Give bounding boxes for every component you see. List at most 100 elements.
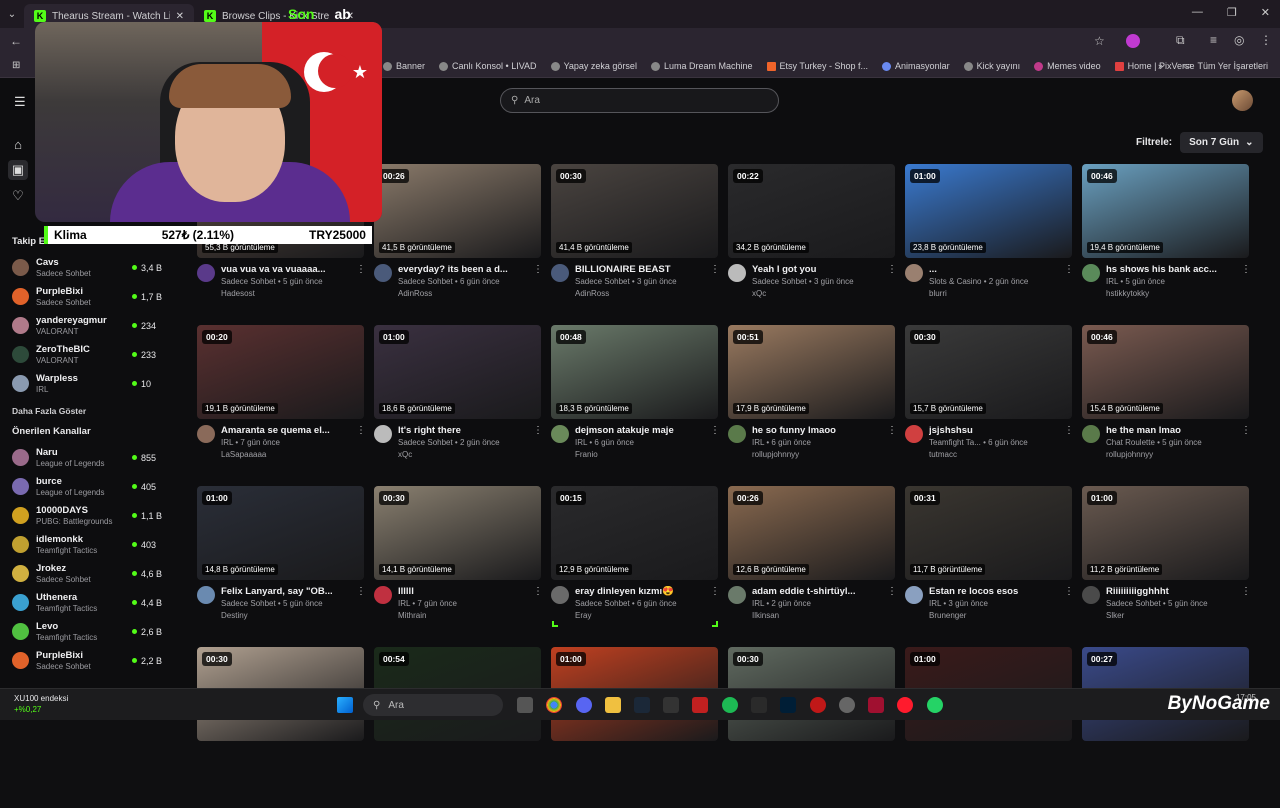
clip-title[interactable]: dejmson atakuje maje	[575, 425, 704, 437]
file-explorer-icon[interactable]	[605, 697, 621, 713]
clip-thumbnail[interactable]: 00:15 12,9 B görüntüleme	[551, 486, 718, 580]
clip-channel[interactable]: Mithrain	[398, 610, 527, 622]
clip-title[interactable]: he the man lmao	[1106, 425, 1235, 437]
clip-channel[interactable]: LaSapaaaaa	[221, 449, 350, 461]
clip-thumbnail[interactable]: 00:30 15,7 B görüntüleme	[905, 325, 1072, 419]
bookmarks-overflow-button[interactable]: »	[1158, 61, 1163, 71]
discord-icon[interactable]	[576, 697, 592, 713]
maximize-icon[interactable]: ❐	[1227, 6, 1237, 19]
clip-channel[interactable]: Franio	[575, 449, 704, 461]
channel-avatar[interactable]	[197, 264, 215, 282]
more-options-icon[interactable]: ⋮	[1241, 264, 1251, 300]
filter-dropdown[interactable]: Son 7 Gün ⌄	[1180, 132, 1263, 153]
more-options-icon[interactable]: ⋮	[1241, 425, 1251, 461]
clip-thumbnail[interactable]: 00:26 41,5 B görüntüleme	[374, 164, 541, 258]
channel-avatar[interactable]	[728, 586, 746, 604]
sidebar-channel[interactable]: PurpleBixi Sadece Sohbet 2,2 B	[0, 646, 170, 675]
clip-thumbnail[interactable]: 01:00 23,8 B görüntüleme	[905, 164, 1072, 258]
clip-card[interactable]: 00:51 17,9 B görüntüleme he so funny lmaoo…	[728, 325, 897, 486]
more-options-icon[interactable]: ⋮	[356, 264, 366, 300]
clip-title[interactable]: Yeah I got you	[752, 264, 881, 276]
close-icon[interactable]: ✕	[176, 11, 184, 22]
taskbar-search-input[interactable]: ⚲ Ara	[363, 694, 503, 716]
more-options-icon[interactable]: ⋮	[1064, 586, 1074, 622]
sidebar-channel[interactable]: Naru League of Legends 855	[0, 443, 170, 472]
clip-title[interactable]: BILLIONAIRE BEAST	[575, 264, 704, 276]
clip-thumbnail[interactable]: 01:00 11,2 B görüntüleme	[1082, 486, 1249, 580]
more-options-icon[interactable]: ⋮	[710, 425, 720, 461]
sidebar-channel[interactable]: Jrokez Sadece Sohbet 4,6 B	[0, 559, 170, 588]
clip-card[interactable]: 00:48 18,3 B görüntüleme dejmson atakuje m…	[551, 325, 720, 486]
apps-icon[interactable]: ⊞	[12, 60, 20, 71]
channel-avatar[interactable]	[197, 586, 215, 604]
profile-icon[interactable]: ◎	[1234, 33, 1244, 47]
sidebar-channel[interactable]: burce League of Legends 405	[0, 472, 170, 501]
bookmark-item[interactable]: Etsy Turkey - Shop f...	[766, 61, 868, 71]
bookmark-item[interactable]: Yapay zeka görsel	[550, 61, 637, 71]
obs-icon[interactable]	[839, 697, 855, 713]
clip-channel[interactable]: xQc	[752, 288, 881, 300]
sidebar-channel[interactable]: idlemonkk Teamfight Tactics 403	[0, 530, 170, 559]
bookmark-star-icon[interactable]: ☆	[1094, 34, 1105, 48]
clip-thumbnail[interactable]: 00:22 34,2 B görüntüleme	[728, 164, 895, 258]
clip-title[interactable]: jsjshshsu	[929, 425, 1058, 437]
channel-avatar[interactable]	[374, 264, 392, 282]
clip-card[interactable]: 01:00 11,2 B görüntüleme Riiiiiiiiigghhht S…	[1082, 486, 1251, 647]
clip-channel[interactable]: AdinRoss	[398, 288, 527, 300]
clip-channel[interactable]: Brunenger	[929, 610, 1058, 622]
app-icon[interactable]	[663, 697, 679, 713]
windows-start-icon[interactable]	[337, 697, 353, 713]
opera-icon[interactable]	[897, 697, 913, 713]
clip-card[interactable]: 00:30	[197, 647, 364, 808]
tab-menu-icon[interactable]: ⌄	[0, 9, 24, 20]
clip-card[interactable]: 00:20 19,1 B görüntüleme Amaranta se quema…	[197, 325, 366, 486]
app-icon[interactable]	[868, 697, 884, 713]
channel-avatar[interactable]	[728, 425, 746, 443]
bookmark-item[interactable]: Banner	[383, 61, 425, 71]
clip-thumbnail[interactable]: 00:46 19,4 B görüntüleme	[1082, 164, 1249, 258]
channel-avatar[interactable]	[1082, 586, 1100, 604]
app-icon[interactable]	[692, 697, 708, 713]
bookmark-item[interactable]: Memes video	[1034, 61, 1101, 71]
more-options-icon[interactable]: ⋮	[533, 425, 543, 461]
clip-channel[interactable]: Eray	[575, 610, 704, 622]
channel-avatar[interactable]	[905, 425, 923, 443]
show-more-button[interactable]: Daha Fazla Göster	[0, 406, 170, 416]
task-view-icon[interactable]	[517, 697, 533, 713]
chrome-icon[interactable]	[546, 697, 562, 713]
clip-thumbnail[interactable]: 00:26 12,6 B görüntüleme	[728, 486, 895, 580]
clip-card[interactable]: 00:54	[374, 647, 541, 808]
more-options-icon[interactable]: ⋮	[356, 586, 366, 622]
epic-games-icon[interactable]	[751, 697, 767, 713]
all-bookmarks-button[interactable]: Tüm Yer İşaretleri	[1197, 61, 1268, 71]
more-options-icon[interactable]: ⋮	[710, 264, 720, 300]
clip-title[interactable]: eray dinleyen kızmı😍	[575, 586, 704, 598]
back-icon[interactable]: ←	[10, 34, 22, 48]
spotify-icon[interactable]	[722, 697, 738, 713]
clip-thumbnail[interactable]: 00:30 41,4 B görüntüleme	[551, 164, 718, 258]
clip-channel[interactable]: Slker	[1106, 610, 1235, 622]
clip-card[interactable]: 01:00	[551, 647, 718, 808]
more-options-icon[interactable]: ⋮	[887, 425, 897, 461]
clip-thumbnail[interactable]: 00:46 15,4 B görüntüleme	[1082, 325, 1249, 419]
steam-icon[interactable]	[634, 697, 650, 713]
media-icon[interactable]: ≡	[1210, 33, 1217, 47]
stock-widget[interactable]: XU100 endeksi +%0,27	[14, 693, 68, 715]
clip-card[interactable]: 00:26 12,6 B görüntüleme adam eddie t-shir…	[728, 486, 897, 647]
clip-title[interactable]: he so funny lmaoo	[752, 425, 881, 437]
sidebar-channel[interactable]: PurpleBixi Sadece Sohbet 1,7 B	[0, 282, 170, 311]
clip-card[interactable]: 00:46 19,4 B görüntüleme hs shows his bank…	[1082, 164, 1251, 325]
clip-card[interactable]: 00:27	[1082, 647, 1249, 808]
channel-avatar[interactable]	[197, 425, 215, 443]
clip-card[interactable]: 00:30 14,1 B görüntüleme llllll IRL • 7 gün…	[374, 486, 543, 647]
clip-channel[interactable]: xQc	[398, 449, 527, 461]
more-options-icon[interactable]: ⋮	[887, 586, 897, 622]
clip-title[interactable]: Amaranta se quema el...	[221, 425, 350, 437]
clip-thumbnail[interactable]: 00:48 18,3 B görüntüleme	[551, 325, 718, 419]
more-options-icon[interactable]: ⋮	[1064, 425, 1074, 461]
clip-channel[interactable]: tutmacc	[929, 449, 1058, 461]
clip-channel[interactable]: hstikkytokky	[1106, 288, 1235, 300]
clip-title[interactable]: adam eddie t-shirtüyl...	[752, 586, 881, 598]
clip-channel[interactable]: Hadesost	[221, 288, 350, 300]
clip-title[interactable]: everyday? its been a d...	[398, 264, 527, 276]
